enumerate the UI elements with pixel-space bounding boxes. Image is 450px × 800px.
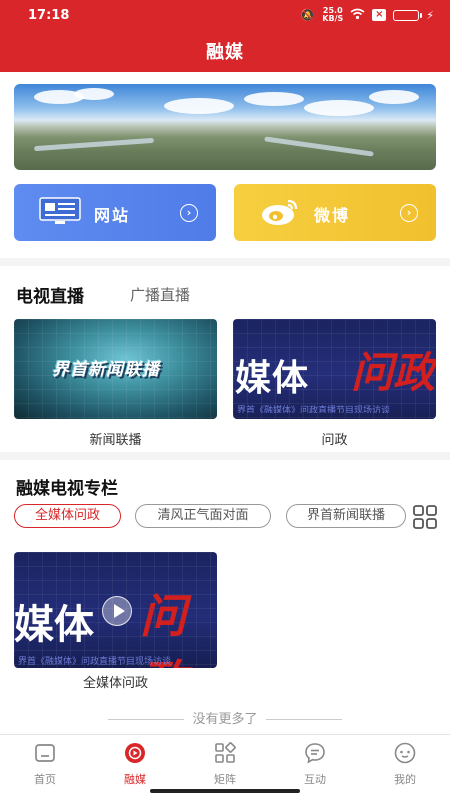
website-label: 网站 [94,206,131,225]
column-title: 融媒电视专栏 [16,479,118,499]
home-indicator[interactable] [150,789,300,793]
tab-home[interactable]: 首页 [15,741,75,787]
weibo-icon [262,199,298,225]
notification-icon: × [372,9,387,21]
no-more-indicator: 没有更多了 [0,708,450,727]
tab-home-label: 首页 [34,773,56,786]
status-bar: 17:18 🔕 25.0 KB/S × ⚡ [28,6,434,24]
chat-icon [305,743,325,764]
news-overlay-text: 界首新闻联播 [52,360,160,380]
tab-tv-live[interactable]: 电视直播 [16,282,84,307]
website-button[interactable]: 网站 › [14,184,216,241]
chevron-right-icon: › [180,204,198,222]
wenzheng-overlay-sub: 界首《融媒体》问政直播节目现场访谈 [237,406,391,413]
wenzheng-caption[interactable]: 问政 [233,429,436,448]
profile-icon [394,742,416,764]
top-card: 网站 › 微博 › [0,72,450,258]
tab-rongmei-label: 融媒 [124,773,146,786]
video-overlay-main: 媒体 [14,602,94,648]
tab-radio-live[interactable]: 广播直播 [130,284,190,305]
live-section: 电视直播 广播直播 界首新闻联播 新闻联播 媒体 问政 界首《融媒体》问政直播节… [0,266,450,452]
no-more-text: 没有更多了 [192,712,258,727]
wenzheng-overlay-red: 问政 [351,348,436,397]
news-broadcast-caption[interactable]: 新闻联播 [14,429,217,448]
status-time: 17:18 [28,7,70,23]
tab-matrix[interactable]: 矩阵 [195,741,255,787]
tab-mine-label: 我的 [394,773,416,786]
tab-matrix-label: 矩阵 [214,773,236,786]
chip-qingfeng[interactable]: 清风正气面对面 [135,504,271,528]
column-section: 融媒电视专栏 全媒体问政 清风正气面对面 界首新闻联播 媒体 问政 界首《融媒体… [0,460,450,735]
banner-image[interactable] [14,84,436,170]
tab-interact-label: 互动 [304,773,326,786]
wifi-icon [350,8,365,23]
video-caption[interactable]: 全媒体问政 [14,672,217,691]
chip-all-media[interactable]: 全媒体问政 [14,504,121,528]
monitor-icon [39,197,81,224]
tab-rongmei[interactable]: 融媒 [105,741,165,787]
wenzheng-overlay-main: 媒体 [235,358,310,399]
play-circle-icon [125,743,145,763]
wenzheng-thumbnail[interactable]: 媒体 问政 界首《融媒体》问政直播节目现场访谈 [233,319,436,419]
home-icon [35,744,55,762]
status-icons: 🔕 25.0 KB/S × ⚡ [300,7,434,23]
video-overlay-sub: 界首《融媒体》问政直播节目现场访谈 [18,657,172,667]
page-title: 融媒 [206,42,244,63]
matrix-icon [215,742,236,763]
grid-view-icon[interactable] [412,504,438,530]
charging-icon: ⚡ [426,8,434,22]
news-broadcast-thumbnail[interactable]: 界首新闻联播 [14,319,217,419]
chevron-right-icon: › [400,204,418,222]
chip-jieshou-news[interactable]: 界首新闻联播 [286,504,406,528]
network-speed-unit: KB/S [322,14,344,23]
mute-icon: 🔕 [300,8,316,22]
battery-icon [393,9,423,21]
weibo-button[interactable]: 微博 › [234,184,436,241]
weibo-label: 微博 [314,206,351,225]
play-icon[interactable] [102,596,132,626]
tab-mine[interactable]: 我的 [375,741,435,787]
app-header: 17:18 🔕 25.0 KB/S × ⚡ 融媒 [0,0,450,72]
tab-interact[interactable]: 互动 [285,741,345,787]
video-thumbnail[interactable]: 媒体 问政 界首《融媒体》问政直播节目现场访谈 [14,552,217,668]
network-speed: 25.0 KB/S [322,7,343,23]
